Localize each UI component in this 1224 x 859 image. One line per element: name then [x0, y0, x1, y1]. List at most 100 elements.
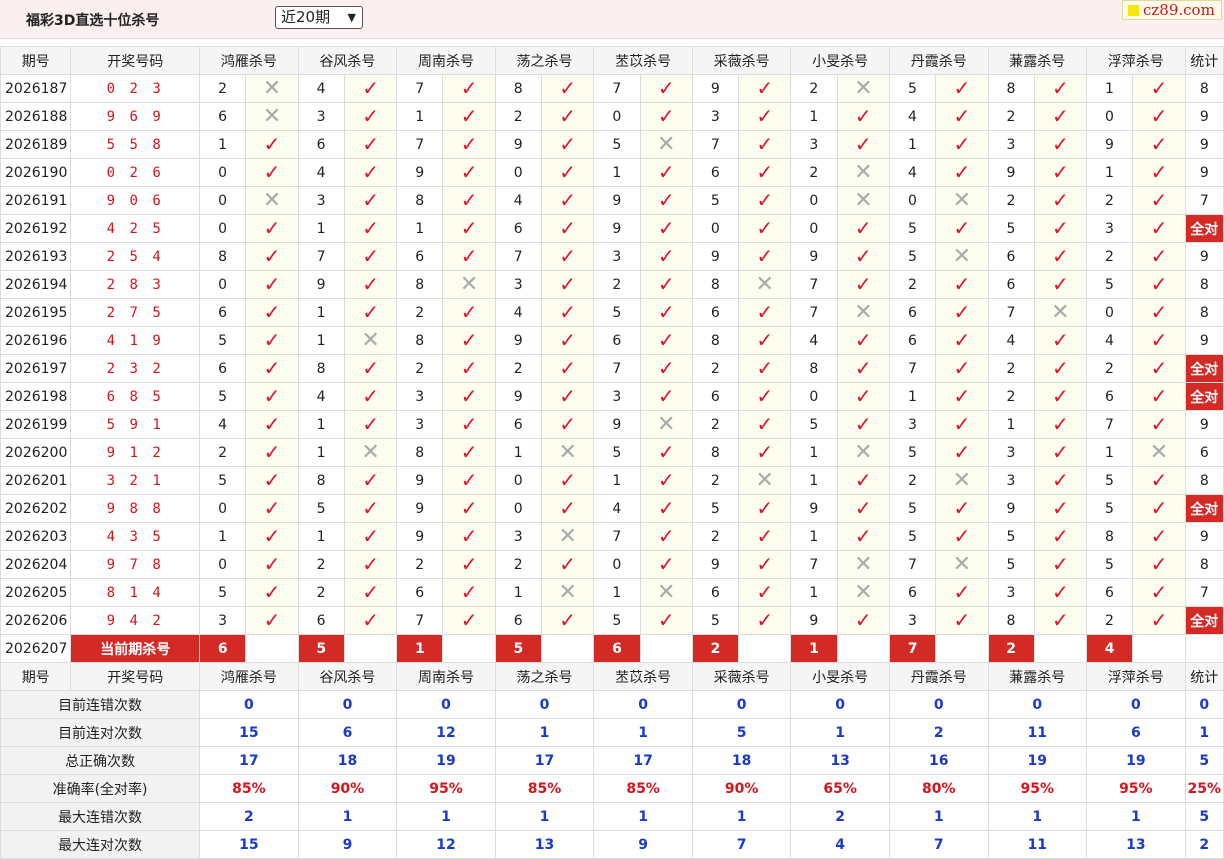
- check-mark-icon: ✓: [263, 384, 281, 408]
- check-mark-icon: ✓: [1150, 132, 1168, 156]
- check-icon: ✓: [1132, 606, 1186, 635]
- check-mark-icon: ✓: [460, 356, 478, 380]
- cross-icon: ✕: [836, 158, 890, 187]
- check-icon: ✓: [1033, 270, 1088, 299]
- check-mark-icon: ✓: [953, 440, 971, 464]
- check-mark-icon: ✓: [362, 160, 379, 184]
- cross-icon: ✕: [836, 186, 890, 215]
- check-mark-icon: ✓: [1150, 244, 1168, 268]
- summary-value: 2: [790, 802, 890, 831]
- check-mark-icon: ✓: [559, 552, 577, 576]
- summary-value: 19: [396, 746, 496, 775]
- current-kill-number: 2: [691, 634, 740, 663]
- check-icon: ✓: [245, 270, 299, 299]
- check-icon: ✓: [1132, 186, 1186, 215]
- check-mark-icon: ✓: [756, 384, 774, 408]
- kill-number-cell: 6: [297, 130, 345, 159]
- check-mark-icon: ✓: [756, 356, 774, 380]
- check-mark-icon: ✓: [559, 608, 577, 632]
- current-kill-number: 5: [297, 634, 345, 663]
- check-icon: ✓: [245, 326, 299, 355]
- summary-stat: 25%: [1184, 774, 1224, 803]
- page-title: 福彩3D直选十位杀号: [26, 13, 160, 29]
- kill-number-cell: 9: [494, 382, 543, 411]
- check-icon: ✓: [245, 382, 299, 411]
- check-icon: ✓: [1132, 494, 1186, 523]
- check-mark-icon: ✓: [854, 412, 872, 436]
- cross-mark-icon: ✕: [952, 551, 972, 577]
- summary-value: 1: [593, 718, 693, 747]
- kill-number-cell: 5: [888, 74, 937, 103]
- check-icon: ✓: [245, 130, 299, 159]
- check-icon: ✓: [935, 522, 989, 551]
- kill-number-cell: 0: [593, 102, 641, 131]
- cross-icon: ✕: [639, 410, 693, 439]
- check-mark-icon: ✓: [953, 160, 971, 184]
- summary-value: 9: [297, 830, 398, 859]
- check-icon: ✓: [738, 606, 792, 635]
- kill-number-cell: 6: [199, 354, 247, 383]
- period-select[interactable]: 近20期 ▼: [275, 6, 363, 29]
- check-icon: ✓: [1033, 354, 1088, 383]
- top-bar: 福彩3D直选十位杀号 近20期 ▼ cz89.com: [0, 0, 1224, 39]
- issue-cell: 2026195: [0, 298, 72, 327]
- logo-text: cz89.com: [1143, 1, 1215, 19]
- check-mark-icon: ✓: [1052, 328, 1069, 352]
- summary-value: 1: [888, 802, 989, 831]
- kill-number-cell: 2: [1086, 606, 1134, 635]
- issue-cell: 2026198: [0, 382, 72, 411]
- issue-cell: 2026200: [0, 438, 72, 467]
- check-icon: ✓: [1033, 74, 1088, 103]
- summary-value: 13: [1086, 830, 1186, 859]
- kill-number-cell: 0: [494, 158, 543, 187]
- check-icon: ✓: [1132, 242, 1186, 271]
- summary-value: 0: [494, 690, 595, 719]
- summary-value: 0: [691, 690, 792, 719]
- header-draw: 开奖号码: [70, 662, 201, 691]
- header-expert: 周南杀号: [396, 46, 496, 75]
- stat-cell: 9: [1184, 158, 1224, 187]
- check-icon: ✓: [442, 102, 496, 131]
- summary-value: 95%: [1086, 774, 1186, 803]
- summary-row: 最大连对次数 15 9 12 13 9 7 4 7 11 13 2: [0, 830, 1224, 859]
- kill-number-cell: 8: [297, 466, 345, 495]
- check-icon: ✓: [541, 74, 595, 103]
- check-mark-icon: ✓: [657, 524, 675, 548]
- check-icon: ✓: [639, 522, 693, 551]
- kill-number-cell: 3: [888, 606, 937, 635]
- summary-value: 1: [691, 802, 792, 831]
- check-mark-icon: ✓: [362, 412, 379, 436]
- check-icon: ✓: [343, 186, 398, 215]
- check-mark-icon: ✓: [1052, 608, 1069, 632]
- summary-value: 17: [494, 746, 595, 775]
- check-mark-icon: ✓: [362, 384, 379, 408]
- check-icon: ✓: [245, 550, 299, 579]
- kill-number-cell: 3: [790, 130, 838, 159]
- kill-number-cell: 3: [987, 438, 1035, 467]
- draw-number-cell: 6 8 5: [70, 382, 201, 411]
- issue-cell: 2026199: [0, 410, 72, 439]
- site-logo[interactable]: cz89.com: [1122, 0, 1222, 20]
- header-stat: 统计: [1184, 662, 1224, 691]
- check-icon: ✓: [1033, 606, 1088, 635]
- cross-mark-icon: ✕: [656, 131, 676, 157]
- kill-number-cell: 2: [987, 186, 1035, 215]
- stat-cell: 8: [1184, 74, 1224, 103]
- kill-number-cell: 9: [396, 158, 444, 187]
- kill-number-cell: 5: [593, 438, 641, 467]
- current-issue-row: 2026207 当前期杀号 6 5 1 5 6 2 1 7 2 4: [0, 634, 1224, 663]
- check-icon: ✓: [541, 382, 595, 411]
- check-icon: ✓: [935, 606, 989, 635]
- kill-number-cell: 4: [494, 186, 543, 215]
- check-icon: ✓: [738, 74, 792, 103]
- check-icon: ✓: [245, 354, 299, 383]
- check-mark-icon: ✓: [1150, 328, 1168, 352]
- current-kill-number: 1: [396, 634, 444, 663]
- check-mark-icon: ✓: [559, 216, 577, 240]
- cross-icon: ✕: [836, 438, 890, 467]
- kill-number-cell: 0: [790, 214, 838, 243]
- cross-icon: ✕: [738, 466, 792, 495]
- cross-mark-icon: ✕: [952, 467, 972, 493]
- kill-number-cell: 2: [691, 522, 740, 551]
- check-icon: ✓: [639, 186, 693, 215]
